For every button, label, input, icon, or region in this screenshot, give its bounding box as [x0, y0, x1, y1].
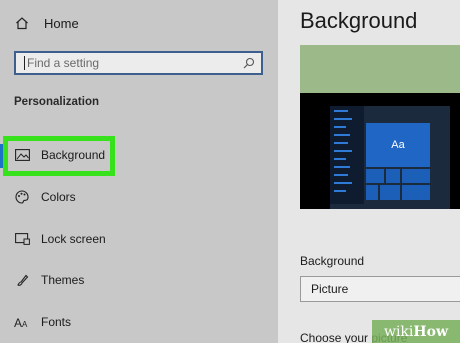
- preview-tile-aa: Aa: [366, 123, 430, 167]
- sidebar: Home Find a setting Personalization Back…: [0, 0, 278, 343]
- section-title: Personalization: [14, 96, 99, 108]
- nav-home[interactable]: Home: [14, 12, 79, 34]
- themes-icon: [14, 273, 30, 287]
- highlight-box: [3, 136, 115, 176]
- preview-tile: [366, 169, 384, 183]
- sidebar-item-label: Themes: [41, 273, 85, 287]
- home-label: Home: [44, 15, 79, 31]
- watermark-wiki: wiki: [383, 323, 414, 340]
- sidebar-item-fonts[interactable]: AA Fonts: [14, 311, 71, 333]
- home-icon: [14, 16, 30, 30]
- text-caret: [24, 56, 25, 70]
- main-panel: Background Aa Background Picture Choose …: [278, 0, 460, 343]
- lock-screen-icon: [14, 233, 30, 245]
- preview-tile: [380, 185, 400, 200]
- search-input[interactable]: Find a setting: [14, 51, 263, 75]
- background-dropdown-value: Picture: [311, 282, 349, 296]
- background-preview: Aa: [300, 45, 460, 209]
- background-dropdown[interactable]: Picture: [300, 276, 460, 302]
- preview-tile: [402, 185, 430, 200]
- sidebar-item-colors[interactable]: Colors: [14, 186, 76, 208]
- sidebar-item-label: Lock screen: [41, 232, 106, 246]
- search-icon[interactable]: [243, 57, 255, 69]
- svg-text:A: A: [22, 320, 28, 328]
- sidebar-item-themes[interactable]: Themes: [14, 269, 84, 291]
- preview-tile: [366, 185, 378, 200]
- sidebar-item-label: Fonts: [41, 315, 72, 329]
- background-label: Background: [300, 254, 365, 268]
- sidebar-item-lock-screen[interactable]: Lock screen: [14, 228, 106, 250]
- sidebar-item-label: Colors: [41, 190, 76, 204]
- palette-icon: [14, 190, 30, 204]
- fonts-icon: AA: [14, 316, 30, 328]
- watermark-how: How: [413, 323, 449, 340]
- preview-tile: [386, 169, 400, 183]
- page-title: Background: [300, 8, 418, 33]
- wikihow-watermark: wiki How: [372, 320, 460, 343]
- preview-menu-list: [330, 106, 364, 204]
- search-placeholder: Find a setting: [27, 56, 100, 70]
- svg-text:A: A: [14, 316, 22, 328]
- preview-tile: [402, 169, 430, 183]
